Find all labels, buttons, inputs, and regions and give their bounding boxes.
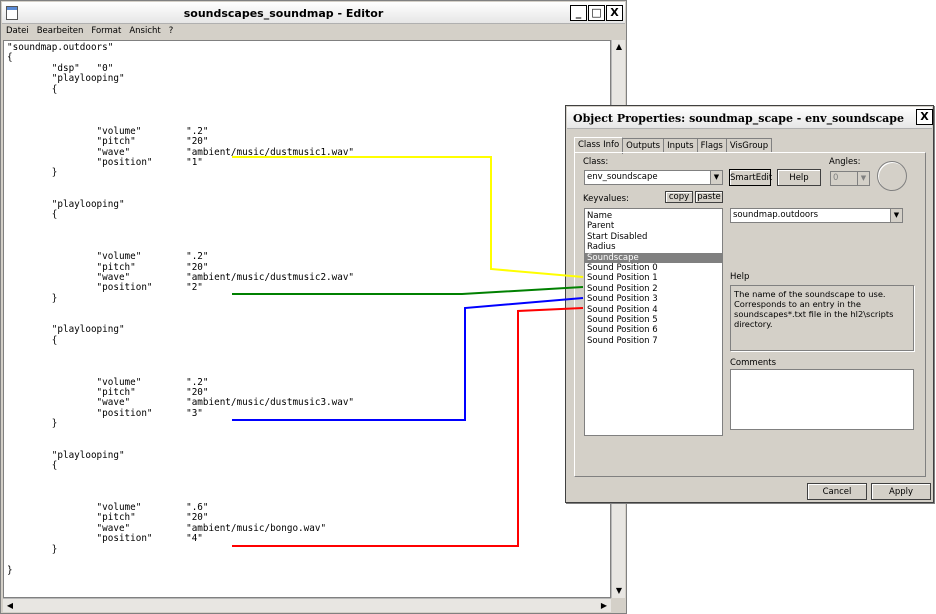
scroll-left-icon[interactable]: ◀ xyxy=(3,599,17,613)
menubar: Datei Bearbeiten Format Ansicht? xyxy=(2,24,625,39)
apply-button[interactable]: Apply xyxy=(871,483,931,500)
dialog-close-button[interactable]: X xyxy=(916,109,933,125)
editor-title: soundscapes_soundmap - Editor xyxy=(183,7,384,20)
keyvalue-item[interactable]: Sound Position 3 xyxy=(585,294,722,304)
paste-button[interactable]: paste xyxy=(695,191,723,203)
keyvalue-item[interactable]: Sound Position 6 xyxy=(585,325,722,335)
dialog-titlebar[interactable]: Object Properties: soundmap_scape - env_… xyxy=(567,107,933,129)
class-select[interactable]: env_soundscape ▼ xyxy=(584,170,723,185)
angles-select: 0 ▼ xyxy=(830,171,870,186)
chevron-down-icon[interactable]: ▼ xyxy=(890,209,902,222)
keyvalue-item[interactable]: Sound Position 7 xyxy=(585,336,722,346)
cancel-button[interactable]: Cancel xyxy=(807,483,867,500)
resize-grip[interactable] xyxy=(611,598,625,612)
tab-strip: Class Info Outputs Inputs Flags VisGroup xyxy=(574,136,773,154)
keyvalue-item[interactable]: Sound Position 5 xyxy=(585,315,722,325)
copy-button[interactable]: copy xyxy=(665,191,693,203)
tab-outputs[interactable]: Outputs xyxy=(622,138,665,153)
comments-label: Comments xyxy=(730,358,777,368)
keyvalue-item[interactable]: Sound Position 0 xyxy=(585,263,722,273)
editor-text-area[interactable]: "soundmap.outdoors" { "dsp" "0" "playloo… xyxy=(3,40,611,598)
chevron-down-icon: ▼ xyxy=(857,172,869,185)
help-button[interactable]: Help xyxy=(777,169,821,186)
keyvalue-item[interactable]: Sound Position 1 xyxy=(585,273,722,283)
comments-field[interactable] xyxy=(730,369,914,430)
menu-help[interactable]: ? xyxy=(165,24,178,39)
dialog-title: Object Properties: soundmap_scape - env_… xyxy=(572,112,904,125)
class-value: env_soundscape xyxy=(587,172,658,182)
menu-bearbeiten[interactable]: Bearbeiten xyxy=(33,24,88,39)
editor-titlebar[interactable]: soundscapes_soundmap - Editor _ □ X xyxy=(2,2,625,24)
editor-window: soundscapes_soundmap - Editor _ □ X Date… xyxy=(0,0,627,614)
keyvalue-item[interactable]: Sound Position 2 xyxy=(585,284,722,294)
keyvalues-list[interactable]: Name Parent Start Disabled Radius Soundscape… xyxy=(584,208,723,436)
angles-label: Angles: xyxy=(829,157,861,167)
value-text: soundmap.outdoors xyxy=(733,210,819,220)
scroll-up-icon[interactable]: ▲ xyxy=(612,40,626,54)
keyvalue-item[interactable]: Radius xyxy=(585,242,722,252)
angle-dial-icon[interactable] xyxy=(877,161,907,191)
scroll-down-icon[interactable]: ▼ xyxy=(612,584,626,598)
tab-visgroup[interactable]: VisGroup xyxy=(725,138,773,153)
minimize-button[interactable]: _ xyxy=(570,5,587,21)
menu-datei[interactable]: Datei xyxy=(2,24,33,39)
maximize-button[interactable]: □ xyxy=(588,5,605,21)
object-properties-dialog: Object Properties: soundmap_scape - env_… xyxy=(565,105,934,503)
keyvalue-item[interactable]: Soundscape xyxy=(585,252,722,263)
tab-flags[interactable]: Flags xyxy=(696,138,727,153)
keyvalue-item[interactable]: Start Disabled xyxy=(585,232,722,242)
help-text: The name of the soundscape to use. Corre… xyxy=(734,289,894,329)
class-info-panel: Class: env_soundscape ▼ SmartEdit Help A… xyxy=(574,152,926,477)
class-label: Class: xyxy=(583,157,609,167)
menu-ansicht[interactable]: Ansicht xyxy=(125,24,164,39)
editor-content[interactable]: "soundmap.outdoors" { "dsp" "0" "playloo… xyxy=(4,41,610,576)
horizontal-scrollbar[interactable]: ◀ ▶ xyxy=(3,598,611,612)
tab-inputs[interactable]: Inputs xyxy=(663,138,698,153)
chevron-down-icon[interactable]: ▼ xyxy=(710,171,722,184)
smartedit-button[interactable]: SmartEdit xyxy=(729,169,772,186)
menu-format[interactable]: Format xyxy=(87,24,125,39)
keyvalue-item[interactable]: Sound Position 4 xyxy=(585,305,722,315)
help-group: The name of the soundscape to use. Corre… xyxy=(730,285,914,351)
keyvalue-item[interactable]: Parent xyxy=(585,221,722,231)
value-select[interactable]: soundmap.outdoors ▼ xyxy=(730,208,903,223)
keyvalue-item[interactable]: Name xyxy=(585,211,722,221)
scroll-right-icon[interactable]: ▶ xyxy=(597,599,611,613)
keyvalues-label: Keyvalues: xyxy=(583,194,629,204)
close-button[interactable]: X xyxy=(606,5,623,21)
help-group-label: Help xyxy=(730,272,750,282)
angles-value: 0 xyxy=(833,173,839,183)
